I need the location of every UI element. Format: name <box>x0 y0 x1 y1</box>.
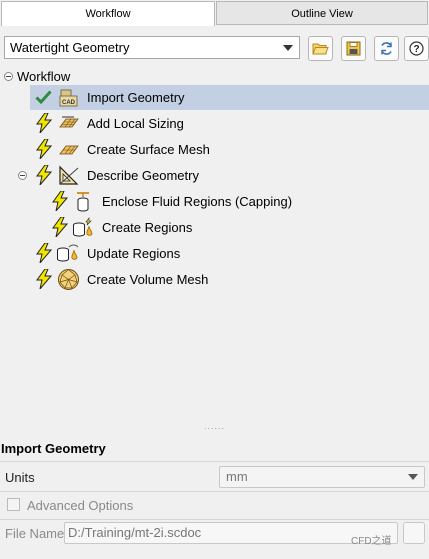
capping-icon <box>77 192 89 212</box>
update-regions-icon <box>57 244 79 262</box>
advanced-options-label: Advanced Options <box>27 498 134 513</box>
lightning-bolt-icon <box>36 269 52 289</box>
tree-item-label: Describe Geometry <box>87 168 199 183</box>
tree-item-add-local-sizing[interactable]: Add Local Sizing <box>30 111 429 136</box>
tree-item-describe-geometry[interactable]: Describe Geometry <box>14 163 429 188</box>
tree-item-import-geometry[interactable]: CAD Import Geometry <box>30 85 429 110</box>
help-button[interactable]: ? <box>404 36 429 61</box>
tab-bar: Workflow Outline View <box>0 0 429 26</box>
tree-item-label: Create Regions <box>102 220 193 235</box>
lightning-bolt-icon <box>36 113 52 133</box>
chevron-down-icon <box>408 474 418 480</box>
tree-item-label: Enclose Fluid Regions (Capping) <box>102 194 293 209</box>
local-sizing-icon <box>59 116 79 128</box>
units-value: mm <box>226 469 248 484</box>
lightning-bolt-icon <box>52 191 68 211</box>
file-name-label: File Name <box>5 526 65 541</box>
workflow-type-value: Watertight Geometry <box>10 40 130 55</box>
properties-title: Import Geometry <box>1 441 106 456</box>
panel-splitter[interactable]: ...... <box>0 420 429 434</box>
load-workflow-button[interactable] <box>308 36 333 61</box>
tree-item-create-regions[interactable]: Create Regions <box>46 215 429 240</box>
help-glyph: ? <box>413 44 419 55</box>
cad-import-icon: CAD <box>59 89 78 107</box>
chevron-down-icon <box>283 45 293 51</box>
help-icon: ? <box>409 41 424 56</box>
create-regions-icon <box>73 217 93 237</box>
workflow-tree: Workflow CAD Import Geometry Add Local S… <box>0 66 429 420</box>
tree-item-label: Create Volume Mesh <box>87 272 209 287</box>
advanced-options-row: Advanced Options <box>0 491 429 519</box>
tree-item-label: Create Surface Mesh <box>87 142 210 157</box>
tab-outline-view[interactable]: Outline View <box>216 1 428 25</box>
divider <box>0 461 429 462</box>
revert-workflow-button[interactable] <box>374 36 399 61</box>
describe-geometry-icon <box>59 165 79 185</box>
units-row: Units mm <box>0 463 429 491</box>
open-folder-icon <box>312 43 329 55</box>
tree-item-label: Update Regions <box>87 246 181 261</box>
units-select[interactable]: mm <box>219 466 425 488</box>
browse-file-button[interactable] <box>403 522 425 544</box>
volume-mesh-icon <box>58 269 79 290</box>
svg-text:CAD: CAD <box>62 100 76 106</box>
lightning-bolt-icon <box>36 243 52 263</box>
refresh-icon <box>381 42 392 55</box>
tree-item-enclose-fluid-regions[interactable]: Enclose Fluid Regions (Capping) <box>46 189 429 214</box>
workflow-toolbar: Watertight Geometry ? <box>0 26 429 66</box>
tree-item-create-surface-mesh[interactable]: Create Surface Mesh <box>30 137 429 162</box>
lightning-bolt-icon <box>52 217 68 237</box>
lightning-bolt-icon <box>36 165 52 185</box>
tree-item-create-volume-mesh[interactable]: Create Volume Mesh <box>30 267 429 292</box>
tab-workflow[interactable]: Workflow <box>1 1 215 26</box>
checkmark-icon <box>35 90 52 104</box>
tree-item-update-regions[interactable]: Update Regions <box>30 241 429 266</box>
advanced-options-checkbox[interactable] <box>7 498 20 511</box>
units-label: Units <box>5 470 35 485</box>
save-workflow-button[interactable] <box>341 36 366 61</box>
watermark-text: CFD之道 <box>351 536 392 547</box>
file-name-input[interactable]: D:/Training/mt-2i.scdoc <box>64 522 398 544</box>
workflow-type-select[interactable]: Watertight Geometry <box>4 36 300 59</box>
tree-item-label: Import Geometry <box>87 90 185 105</box>
surface-mesh-icon <box>59 145 79 155</box>
tree-item-label: Add Local Sizing <box>87 116 184 131</box>
collapse-toggle-icon[interactable] <box>4 72 13 81</box>
lightning-bolt-icon <box>36 139 52 159</box>
save-icon <box>346 41 361 56</box>
collapse-toggle-icon[interactable] <box>18 171 27 180</box>
